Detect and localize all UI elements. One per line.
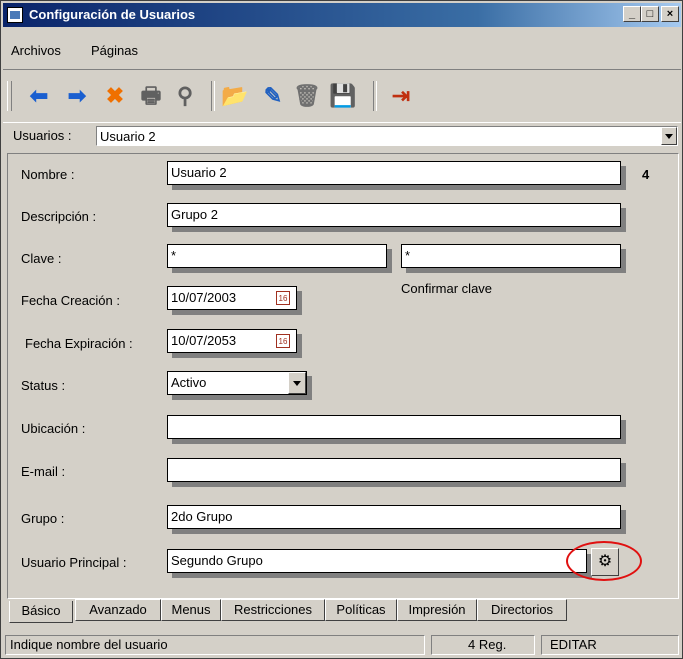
- fecha-expiracion-field[interactable]: 10/07/2053 16: [167, 329, 297, 353]
- status-records: 4 Reg.: [431, 635, 535, 655]
- maximize-button[interactable]: □: [641, 6, 659, 22]
- save-icon[interactable]: 💾: [329, 82, 357, 110]
- status-mode: EDITAR: [541, 635, 679, 655]
- calendar-icon[interactable]: 16: [276, 291, 290, 305]
- toolbar: ⬅ ➡ ✖ 🖶 ⚲ 📂 ✎ 🗑 💾 ⇥: [3, 69, 681, 123]
- email-label: E-mail :: [21, 464, 66, 479]
- status-value: Activo: [171, 375, 207, 390]
- user-selector-row: Usuarios : Usuario 2: [3, 123, 681, 149]
- app-window: Configuración de Usuarios _ □ × Archivos…: [0, 0, 683, 659]
- usuario-principal-label: Usuario Principal :: [21, 555, 127, 570]
- fecha-creacion-label: Fecha Creación :: [21, 293, 120, 308]
- clave-value: *: [171, 248, 177, 263]
- confirmar-clave-label: Confirmar clave: [401, 281, 493, 296]
- grupo-value: 2do Grupo: [171, 509, 233, 524]
- minimize-button[interactable]: _: [623, 6, 641, 22]
- clave-label: Clave :: [21, 251, 62, 266]
- menu-paginas[interactable]: Páginas: [91, 43, 138, 58]
- delete-x-icon[interactable]: ✖: [101, 82, 129, 110]
- fecha-expiracion-label: Fecha Expiración :: [25, 336, 133, 351]
- status-select[interactable]: Activo: [167, 371, 307, 395]
- title-bar: Configuración de Usuarios _ □ ×: [3, 3, 681, 27]
- nombre-label: Nombre :: [21, 167, 75, 182]
- status-message: Indique nombre del usuario: [5, 635, 425, 655]
- grupo-field[interactable]: 2do Grupo: [167, 505, 621, 529]
- nombre-value: Usuario 2: [171, 165, 227, 180]
- user-selector-dropdown[interactable]: Usuario 2: [96, 126, 678, 146]
- grupo-label: Grupo :: [21, 511, 65, 526]
- confirmar-clave-field[interactable]: *: [401, 244, 621, 268]
- back-icon[interactable]: ⬅: [25, 82, 53, 110]
- chevron-down-icon[interactable]: [661, 127, 677, 145]
- tab-basico[interactable]: Básico: [9, 601, 73, 623]
- toolbar-handle[interactable]: [7, 81, 12, 111]
- new-folder-icon[interactable]: 📂: [221, 82, 249, 110]
- status-bar: Indique nombre del usuario 4 Reg. EDITAR: [3, 633, 681, 657]
- usuario-principal-field[interactable]: Segundo Grupo: [167, 549, 587, 573]
- tab-directorios[interactable]: Directorios: [477, 599, 567, 621]
- email-field[interactable]: [167, 458, 621, 482]
- ubicacion-label: Ubicación :: [21, 421, 86, 436]
- menu-archivos[interactable]: Archivos: [11, 43, 61, 58]
- chevron-down-icon[interactable]: [288, 372, 306, 394]
- status-label: Status :: [21, 378, 66, 393]
- highlight-circle: [566, 541, 642, 581]
- edit-icon[interactable]: ✎: [259, 82, 287, 110]
- usuario-principal-value: Segundo Grupo: [171, 553, 263, 568]
- record-count: 4: [642, 167, 650, 182]
- print-icon[interactable]: 🖶: [137, 82, 165, 110]
- descripcion-label: Descripción :: [21, 209, 97, 224]
- close-button[interactable]: ×: [661, 6, 679, 22]
- menu-bar: Archivos Páginas: [3, 39, 681, 61]
- toolbar-separator: [373, 81, 377, 111]
- user-selector-value: Usuario 2: [100, 129, 156, 144]
- fecha-expiracion-value: 10/07/2053: [171, 333, 237, 348]
- exit-door-icon[interactable]: ⇥: [387, 82, 415, 110]
- tab-impresion[interactable]: Impresión: [397, 599, 477, 621]
- descripcion-field[interactable]: Grupo 2: [167, 203, 621, 227]
- tab-restricciones[interactable]: Restricciones: [221, 599, 325, 621]
- descripcion-value: Grupo 2: [171, 207, 218, 222]
- ubicacion-field[interactable]: [167, 415, 621, 439]
- tab-politicas[interactable]: Políticas: [325, 599, 397, 621]
- fecha-creacion-field[interactable]: 10/07/2003 16: [167, 286, 297, 310]
- forward-icon[interactable]: ➡: [63, 82, 91, 110]
- app-icon: [7, 7, 23, 23]
- user-selector-label: Usuarios :: [13, 128, 72, 143]
- nombre-field[interactable]: Usuario 2: [167, 161, 621, 185]
- window-title: Configuración de Usuarios: [29, 7, 196, 22]
- confirmar-clave-value: *: [405, 248, 411, 263]
- trash-icon[interactable]: 🗑: [293, 82, 321, 110]
- calendar-icon[interactable]: 16: [276, 334, 290, 348]
- toolbar-separator: [211, 81, 215, 111]
- tab-menus[interactable]: Menus: [161, 599, 221, 621]
- tab-avanzado[interactable]: Avanzado: [75, 599, 161, 621]
- fecha-creacion-value: 10/07/2003: [171, 290, 237, 305]
- clave-field[interactable]: *: [167, 244, 387, 268]
- search-icon[interactable]: ⚲: [171, 82, 199, 110]
